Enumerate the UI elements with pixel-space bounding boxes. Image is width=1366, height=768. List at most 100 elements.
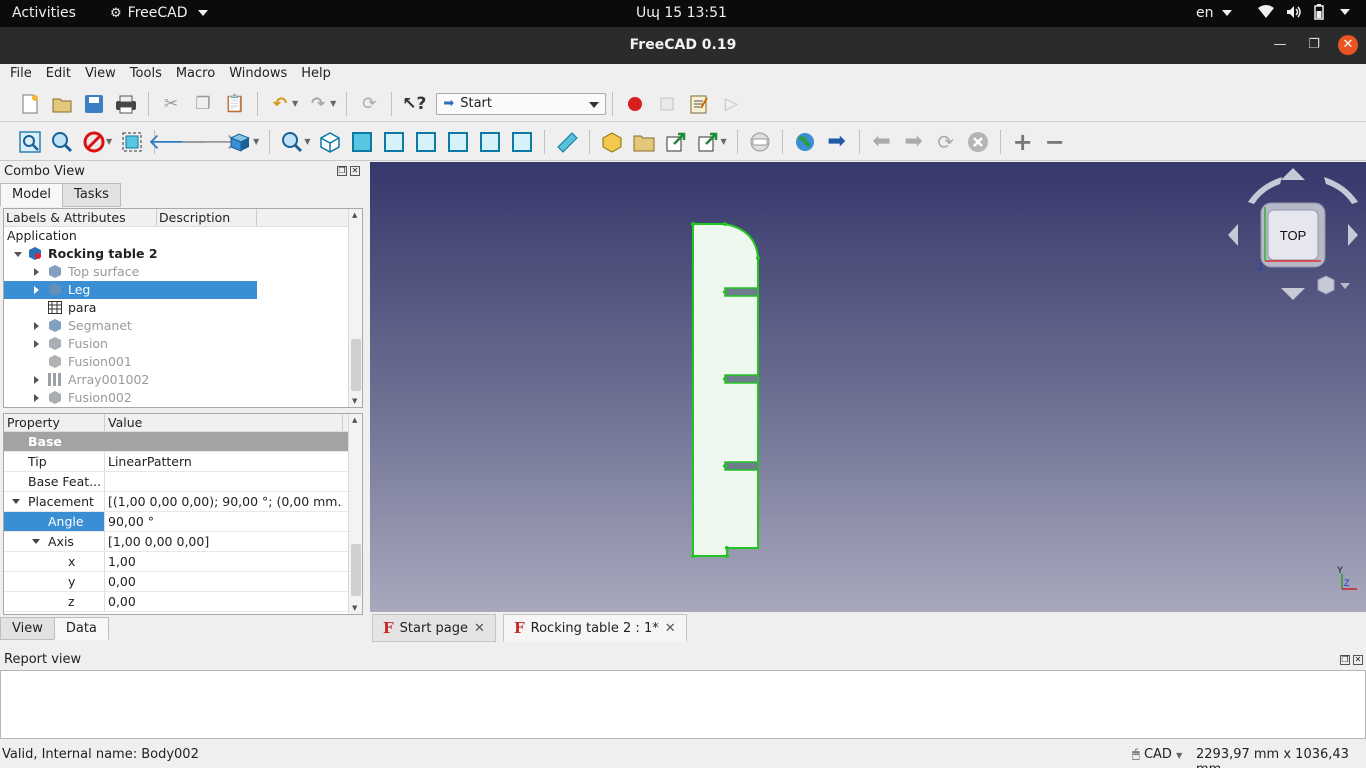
tab-view[interactable]: View [0,617,55,640]
property-row[interactable]: Base [4,432,362,452]
record-macro-button[interactable] [621,90,649,118]
chevron-down-icon[interactable]: ▼ [253,137,259,146]
float-icon[interactable]: ❐ [337,166,347,176]
property-row[interactable]: y 0,00 [4,572,362,592]
menu-windows[interactable]: Windows [222,64,294,86]
new-document-button[interactable] [16,90,44,118]
menu-view[interactable]: View [78,64,123,86]
tree-item[interactable]: Fusion002 [4,389,362,407]
zoom-in-button[interactable]: + [1009,128,1037,156]
web-forward-button[interactable]: ➡ [900,128,928,156]
link-button[interactable] [662,128,690,156]
nav-down-arrow-icon[interactable] [1281,288,1305,300]
chevron-right-icon[interactable] [34,394,39,402]
float-icon[interactable]: ❐ [1340,655,1350,665]
property-value[interactable] [105,472,343,491]
chevron-down-icon[interactable] [14,252,22,257]
chevron-right-icon[interactable] [34,376,39,384]
refresh-button[interactable]: ⟳ [355,90,383,118]
property-row[interactable]: Angle 90,00 ° [4,512,362,532]
view-isometric-button[interactable] [316,128,344,156]
web-back-button[interactable]: ⬅ [868,128,896,156]
run-macro-button[interactable]: ▷ [717,90,745,118]
close-icon[interactable]: ✕ [665,621,676,636]
tree-header-description[interactable]: Description [157,209,257,226]
copy-button[interactable]: ❐ [189,90,217,118]
chevron-down-icon[interactable]: ▼ [106,137,112,146]
close-icon[interactable]: ✕ [1353,655,1363,665]
tab-data[interactable]: Data [53,617,109,640]
fit-selection-button[interactable] [48,128,76,156]
chevron-right-icon[interactable] [34,322,39,330]
scroll-up-icon[interactable]: ▲ [352,416,357,424]
draw-style-button[interactable] [80,128,108,156]
create-group-button[interactable] [630,128,658,156]
close-icon[interactable]: ✕ [474,621,485,636]
chevron-down-icon[interactable] [32,539,40,544]
mini-cube-menu-icon[interactable] [1340,283,1350,289]
property-row[interactable]: Placement [(1,00 0,00 0,00); 90,00 °; (0,… [4,492,362,512]
print-button[interactable] [112,90,140,118]
menu-macro[interactable]: Macro [169,64,222,86]
forward-button[interactable]: 🡒 [180,128,239,156]
tab-tasks[interactable]: Tasks [62,183,121,207]
property-scrollbar[interactable]: ▲ ▼ [348,414,362,614]
property-value[interactable]: [(1,00 0,00 0,00); 90,00 °; (0,00 mm... [105,492,343,511]
view-rear-button[interactable] [444,128,472,156]
menu-help[interactable]: Help [294,64,338,86]
property-value[interactable]: 1,00 [105,552,343,571]
workbench-selector[interactable]: ➡ Start [436,92,607,115]
create-part-button[interactable] [598,128,626,156]
chevron-down-icon[interactable] [12,499,20,504]
tree-item[interactable]: Top surface [4,263,362,281]
measure-button[interactable] [553,128,581,156]
activities-button[interactable]: Activities [12,5,76,21]
scroll-down-icon[interactable]: ▼ [352,604,357,612]
nav-right-arrow-icon[interactable] [1348,224,1358,246]
language-indicator[interactable]: en [1196,5,1232,21]
property-value[interactable]: [1,00 0,00 0,00] [105,532,343,551]
restore-button[interactable]: ❐ [1304,35,1324,55]
zoom-button[interactable] [278,128,306,156]
whats-this-button[interactable]: ↖? [400,90,428,118]
undo-button[interactable]: ↶ [266,90,294,118]
menu-edit[interactable]: Edit [39,64,78,86]
3d-view[interactable]: TOP Z Y Z [370,162,1366,612]
chevron-right-icon[interactable] [34,286,39,294]
tree-scrollbar[interactable]: ▲ ▼ [348,209,362,407]
view-bottom-button[interactable] [476,128,504,156]
edit-macro-button[interactable] [685,90,713,118]
chevron-right-icon[interactable] [34,268,39,276]
scroll-down-icon[interactable]: ▼ [352,397,357,405]
rotate-right-arrow-icon[interactable] [1324,177,1358,204]
property-row[interactable]: Tip LinearPattern [4,452,362,472]
leg-shape[interactable] [692,223,759,557]
redo-button[interactable]: ↷ [304,90,332,118]
report-view[interactable] [0,670,1366,739]
cut-button[interactable]: ✂ [157,90,185,118]
view-right-button[interactable] [412,128,440,156]
stop-macro-button[interactable] [653,90,681,118]
navcube-face-label[interactable]: TOP [1280,228,1307,243]
property-value[interactable]: 0,00 [105,592,343,611]
link-actions-button[interactable] [694,128,722,156]
nav-up-arrow-icon[interactable] [1281,168,1305,180]
chevron-down-icon[interactable]: ▼ [304,137,310,146]
minimize-button[interactable]: — [1270,35,1290,55]
tab-model[interactable]: Model [0,183,64,207]
web-home-button[interactable] [791,128,819,156]
chevron-down-icon[interactable]: ▼ [720,137,726,146]
web-refresh-button[interactable]: ⟳ [932,128,960,156]
tree-header-labels[interactable]: Labels & Attributes [4,209,157,226]
bounding-box-button[interactable] [118,128,146,156]
tree-item[interactable]: Array001002 [4,371,362,389]
tab-rocking-table[interactable]: F Rocking table 2 : 1* ✕ [503,614,687,642]
tree-item[interactable]: Application [4,227,362,245]
menu-tools[interactable]: Tools [123,64,169,86]
view-front-button[interactable] [348,128,376,156]
save-button[interactable] [80,90,108,118]
clock[interactable]: Սպ 15 13:51 [636,5,727,21]
chevron-right-icon[interactable] [34,340,39,348]
property-header-value[interactable]: Value [105,414,343,431]
property-header-name[interactable]: Property [4,414,105,431]
